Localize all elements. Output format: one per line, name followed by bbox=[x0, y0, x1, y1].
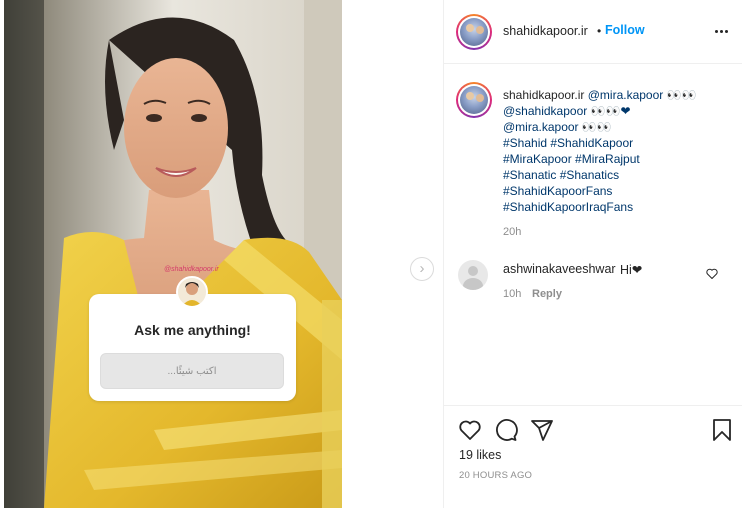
share-icon[interactable] bbox=[530, 418, 554, 442]
comment-username[interactable]: ashwinakaveeshwar bbox=[503, 262, 616, 276]
post-caption: shahidkapoor.ir @mira.kapoor 👀👀 @shahidk… bbox=[503, 87, 735, 215]
comment-text: Hi❤ bbox=[620, 263, 643, 277]
caption-line[interactable]: @mira.kapoor 👀👀 bbox=[503, 119, 735, 135]
caption-time: 20h bbox=[503, 226, 522, 238]
comment-like-heart-icon[interactable] bbox=[706, 268, 718, 279]
post-actions: 19 likes 20 HOURS AGO bbox=[444, 405, 742, 508]
author-username[interactable]: shahidkapoor.ir bbox=[503, 24, 588, 38]
caption-hashtags[interactable]: #MiraKapoor #MiraRajput bbox=[503, 151, 735, 167]
caption-author-avatar[interactable] bbox=[456, 82, 492, 118]
commenter-avatar[interactable] bbox=[458, 260, 488, 290]
question-sticker-input: اكتب شيئًا... bbox=[100, 353, 284, 389]
caption-username[interactable]: shahidkapoor.ir bbox=[503, 88, 584, 102]
more-options-icon[interactable] bbox=[714, 25, 730, 37]
caption-line[interactable]: @mira.kapoor 👀👀 bbox=[588, 88, 697, 102]
caption-line[interactable]: @shahidkapoor 👀👀❤ bbox=[503, 103, 735, 119]
post-timestamp: 20 HOURS AGO bbox=[459, 470, 533, 481]
bookmark-icon[interactable] bbox=[710, 418, 734, 442]
header-separator: • bbox=[597, 24, 602, 38]
comment-time: 10h bbox=[503, 288, 522, 300]
comment-reply-button[interactable]: Reply bbox=[532, 288, 562, 300]
likes-count[interactable]: 19 likes bbox=[459, 448, 501, 462]
follow-button[interactable]: Follow bbox=[605, 23, 645, 37]
author-avatar[interactable] bbox=[456, 14, 492, 50]
post-side-panel: shahidkapoor.ir • Follow shahidkapoor.ir… bbox=[443, 0, 742, 508]
question-sticker-avatar bbox=[176, 276, 208, 308]
caption-hashtags[interactable]: #ShahidKapoorFans bbox=[503, 183, 735, 199]
next-chevron-icon[interactable]: › bbox=[410, 257, 434, 281]
caption-hashtags[interactable]: #ShahidKapoorIraqFans bbox=[503, 199, 735, 215]
question-sticker-title: Ask me anything! bbox=[134, 322, 251, 338]
question-sticker: Ask me anything! اكتب شيئًا... bbox=[89, 294, 296, 401]
caption-hashtags[interactable]: #Shanatic #Shanatics bbox=[503, 167, 735, 183]
post-header: shahidkapoor.ir • Follow bbox=[444, 0, 742, 64]
comment-icon[interactable] bbox=[494, 418, 518, 442]
story-watermark: @shahidkapoor.ir bbox=[164, 266, 219, 273]
caption-hashtags[interactable]: #Shahid #ShahidKapoor bbox=[503, 135, 735, 151]
post-media[interactable]: @shahidkapoor.ir Ask me anything! اكتب ش… bbox=[0, 0, 444, 508]
post-photo: @shahidkapoor.ir bbox=[4, 0, 342, 508]
heart-icon[interactable] bbox=[458, 418, 482, 442]
